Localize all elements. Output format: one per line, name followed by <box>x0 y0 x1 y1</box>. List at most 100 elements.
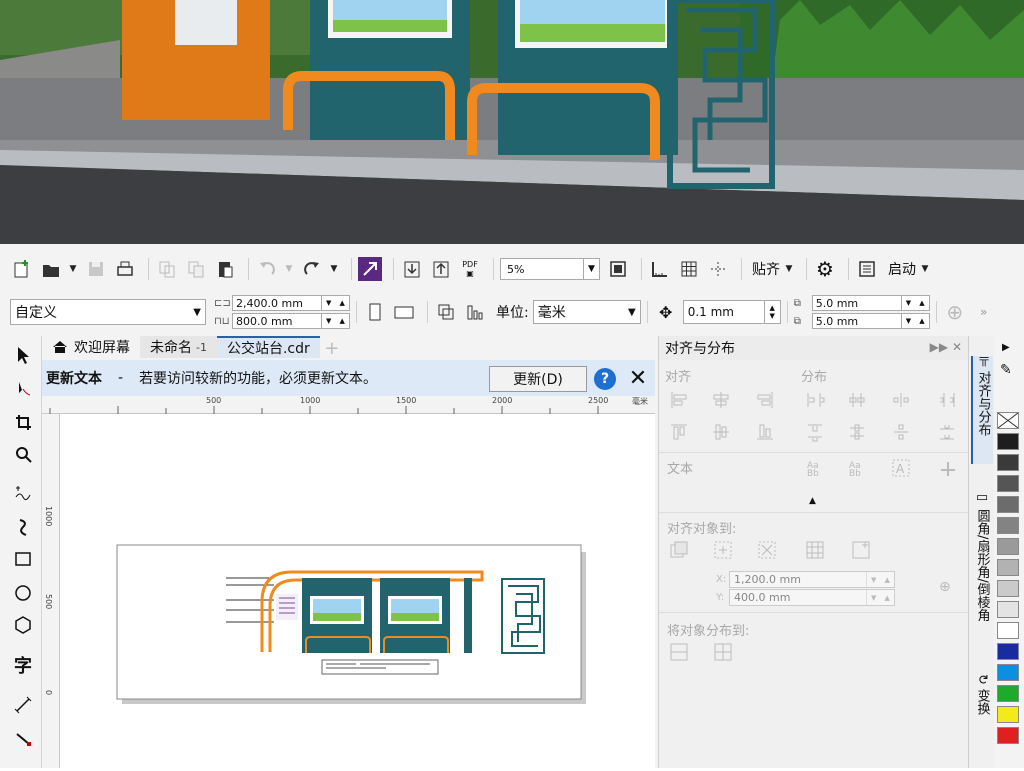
pick-point-icon[interactable]: ⊕ <box>939 579 951 595</box>
spin-up-icon[interactable]: ▲ <box>885 576 890 584</box>
paste-icon[interactable] <box>213 257 237 281</box>
align-y-field[interactable]: Y: 400.0 mm ▼ ▲ <box>716 589 895 606</box>
color-swatch[interactable] <box>997 664 1019 681</box>
grid-align-icon[interactable] <box>805 540 825 560</box>
collapse-arrow-icon[interactable]: ▲ <box>809 496 816 506</box>
align-bottom-icon[interactable] <box>755 422 775 442</box>
shape-tool-icon[interactable] <box>10 376 36 402</box>
text-outline-icon[interactable] <box>937 458 957 478</box>
tab-bus-shelter[interactable]: 公交站台.cdr <box>216 336 320 358</box>
rectangle-tool-icon[interactable] <box>10 546 36 572</box>
page-center-icon[interactable] <box>757 540 777 560</box>
drawing-canvas[interactable] <box>60 414 655 768</box>
redo-icon[interactable] <box>300 257 324 281</box>
spin-down-icon[interactable]: ▼ <box>322 296 336 310</box>
distribute-top-icon[interactable] <box>805 422 825 442</box>
color-swatch[interactable] <box>997 475 1019 492</box>
align-left-icon[interactable] <box>669 390 689 410</box>
color-swatch[interactable] <box>997 580 1019 597</box>
color-swatch[interactable] <box>997 454 1019 471</box>
save-icon[interactable] <box>84 257 108 281</box>
color-swatch[interactable] <box>997 538 1019 555</box>
new-icon[interactable] <box>10 257 34 281</box>
connector-tool-icon[interactable] <box>10 726 36 752</box>
application-launcher-icon[interactable] <box>855 257 879 281</box>
specified-point-icon[interactable] <box>851 540 871 560</box>
align-center-h-icon[interactable] <box>711 390 731 410</box>
align-center-v-icon[interactable] <box>711 422 731 442</box>
options-icon[interactable]: ⚙ <box>813 257 837 281</box>
page-height-field[interactable]: 800.0 mm ▼ ▲ <box>232 313 350 329</box>
docker-controls-icon[interactable]: ▶▶ ✕ <box>930 340 962 354</box>
color-swatch[interactable] <box>997 622 1019 639</box>
color-swatch[interactable] <box>997 517 1019 534</box>
pdf-icon[interactable]: PDF ▣ <box>458 257 482 281</box>
distribute-spacing-v-icon[interactable] <box>891 422 911 442</box>
spin-up-icon[interactable]: ▲ <box>336 296 350 310</box>
tab-welcome-screen[interactable]: 欢迎屏幕 <box>42 336 140 358</box>
eyedropper-icon[interactable]: ✎ <box>1000 362 1012 378</box>
color-swatch[interactable] <box>997 685 1019 702</box>
search-content-icon[interactable] <box>358 257 382 281</box>
open-icon[interactable] <box>39 257 63 281</box>
distribute-center-h-icon[interactable] <box>847 390 867 410</box>
distribute-page-extent-icon[interactable] <box>713 642 733 662</box>
spin-down-icon[interactable]: ▼ <box>322 314 336 328</box>
ellipse-tool-icon[interactable] <box>10 580 36 606</box>
color-swatch[interactable] <box>997 706 1019 723</box>
undo-icon[interactable] <box>255 257 279 281</box>
align-right-icon[interactable] <box>755 390 775 410</box>
more-icon[interactable]: » <box>972 300 996 324</box>
copy-icon[interactable] <box>184 257 208 281</box>
align-top-icon[interactable] <box>669 422 689 442</box>
pick-tool-icon[interactable] <box>10 342 36 368</box>
nudge-distance-field[interactable]: 0.1 mm ▲ ▼ <box>682 300 781 324</box>
spin-up-icon[interactable]: ▲ <box>915 296 929 310</box>
no-color-swatch[interactable] <box>997 412 1019 429</box>
chevron-down-icon[interactable]: ▼ <box>193 307 201 318</box>
add-icon[interactable]: ⊕ <box>943 300 967 324</box>
current-page-icon[interactable] <box>463 300 487 324</box>
color-swatch[interactable] <box>997 559 1019 576</box>
distribute-right-icon[interactable] <box>937 390 957 410</box>
color-swatch[interactable] <box>997 433 1019 450</box>
landscape-icon[interactable] <box>392 300 416 324</box>
units-combo[interactable]: 毫米 ▼ <box>532 300 641 324</box>
all-pages-icon[interactable] <box>434 300 458 324</box>
freehand-tool-icon[interactable] <box>10 480 36 506</box>
launch-button[interactable]: 启动 <box>888 259 916 279</box>
spin-down-icon[interactable]: ▼ <box>770 312 775 320</box>
grid-icon[interactable] <box>677 257 701 281</box>
distribute-bottom-icon[interactable] <box>937 422 957 442</box>
page-preset-combo[interactable]: 自定义 ▼ <box>10 299 206 325</box>
color-swatch[interactable] <box>997 601 1019 618</box>
spin-down-icon[interactable]: ▼ <box>871 594 876 602</box>
page-edge-icon[interactable] <box>713 540 733 560</box>
duplicate-y-field[interactable]: 5.0 mm ▼ ▲ <box>811 313 930 329</box>
text-last-baseline-icon[interactable]: AaBb <box>847 458 867 478</box>
color-swatch[interactable] <box>997 496 1019 513</box>
update-button[interactable]: 更新(D) <box>489 366 587 392</box>
spin-down-icon[interactable]: ▼ <box>902 314 916 328</box>
help-icon[interactable]: ? <box>594 368 616 390</box>
spin-up-icon[interactable]: ▲ <box>885 594 890 602</box>
align-x-field[interactable]: X: 1,200.0 mm ▼ ▲ <box>716 571 895 588</box>
page-width-field[interactable]: 2,400.0 mm ▼ ▲ <box>232 295 350 311</box>
launch-dropdown-icon[interactable]: ▼ <box>920 257 930 281</box>
open-dropdown-icon[interactable]: ▼ <box>68 257 78 281</box>
color-swatch[interactable] <box>997 727 1019 744</box>
vertical-ruler[interactable]: 1000 500 0 <box>42 414 60 768</box>
spin-down-icon[interactable]: ▼ <box>871 576 876 584</box>
crop-tool-icon[interactable] <box>10 410 36 436</box>
text-tool-icon[interactable]: 字 <box>10 652 36 678</box>
cut-icon[interactable] <box>155 257 179 281</box>
import-icon[interactable] <box>400 257 424 281</box>
full-screen-icon[interactable] <box>606 257 630 281</box>
redo-dropdown-icon[interactable]: ▼ <box>329 257 339 281</box>
tab-transform[interactable]: ↻ 变换 <box>971 674 993 736</box>
chevron-down-icon[interactable]: ▼ <box>583 259 599 279</box>
tab-fillet-scallop-chamfer[interactable]: ▭ 圆角/扇形角/倒棱角 <box>971 490 993 658</box>
palette-scroll-up-icon[interactable]: ▶ <box>1002 342 1010 353</box>
color-swatch[interactable] <box>997 643 1019 660</box>
distribute-left-icon[interactable] <box>805 390 825 410</box>
